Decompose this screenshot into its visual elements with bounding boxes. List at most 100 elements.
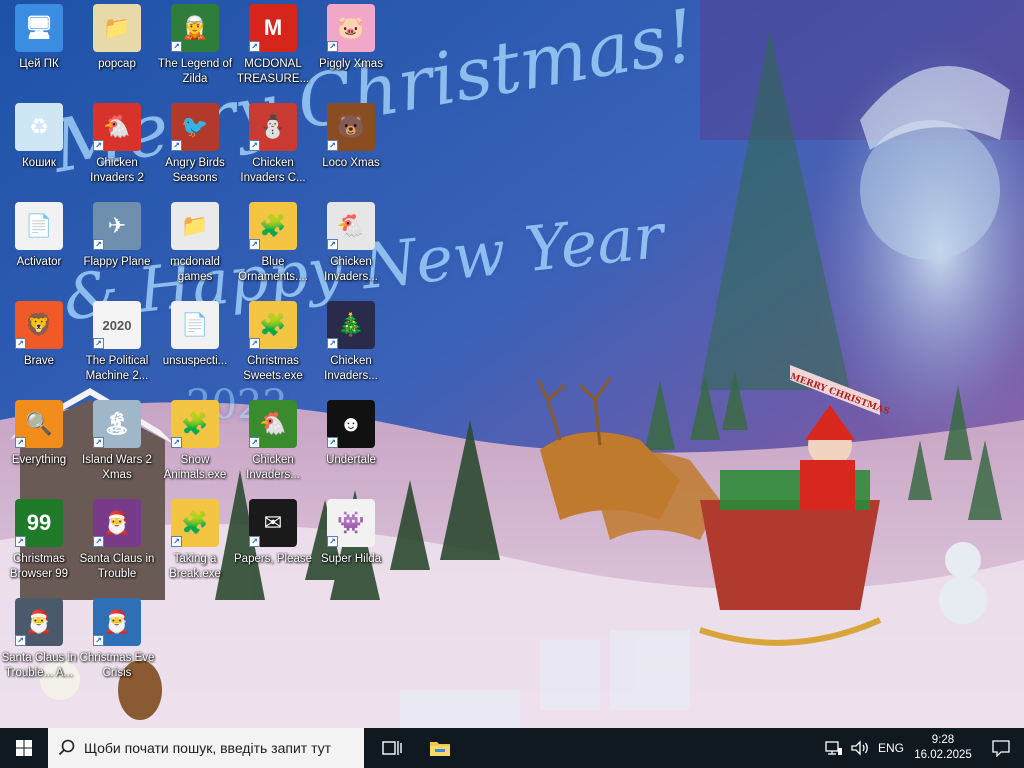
desktop-icon-island-wars-2[interactable]: 🏝 ↗ Island Wars 2 Xmas bbox=[78, 396, 156, 490]
desktop-icon-label: Chicken Invaders... bbox=[324, 256, 378, 283]
desktop-icon-chicken-invaders-a[interactable]: 🐔 ↗ Chicken Invaders... bbox=[312, 198, 390, 292]
shortcut-arrow-icon: ↗ bbox=[93, 338, 104, 349]
desktop-icon-label: Santa Claus in Trouble... A... bbox=[1, 652, 77, 679]
desktop-icon-popcap[interactable]: 📁 popcap bbox=[78, 0, 156, 94]
papers-please-icon: ✉ ↗ bbox=[249, 499, 297, 547]
notification-icon bbox=[992, 740, 1010, 757]
brave-icon: 🦁 ↗ bbox=[15, 301, 63, 349]
desktop-icon-activator[interactable]: 📄 Activator bbox=[0, 198, 78, 292]
chicken-invaders-b-icon: 🎄 ↗ bbox=[327, 301, 375, 349]
start-button[interactable] bbox=[0, 728, 48, 768]
desktop-icon-chicken-invaders-d[interactable]: 🐔 ↗ Chicken Invaders... bbox=[234, 396, 312, 490]
desktop-icon-angry-birds-seasons[interactable]: 🐦 ↗ Angry Birds Seasons bbox=[156, 99, 234, 193]
shortcut-arrow-icon: ↗ bbox=[249, 140, 260, 151]
desktop-icon-chicken-invaders-b[interactable]: 🎄 ↗ Chicken Invaders... bbox=[312, 297, 390, 391]
desktop-icon-brave[interactable]: 🦁 ↗ Brave bbox=[0, 297, 78, 391]
shortcut-arrow-icon: ↗ bbox=[15, 437, 26, 448]
clock-date: 16.02.2025 bbox=[914, 749, 972, 761]
christmas-sweets-icon: 🧩 ↗ bbox=[249, 301, 297, 349]
taskbar-search-box[interactable]: Щоби почати пошук, введіть запит тут bbox=[48, 728, 364, 768]
shortcut-arrow-icon: ↗ bbox=[15, 536, 26, 547]
desktop-icon-label: MCDONAL TREASURE... bbox=[236, 58, 310, 85]
desktop-icon-christmas-eve-crisis[interactable]: 🎅 ↗ Christmas Eve Crisis bbox=[78, 594, 156, 688]
desktop-icon-super-hilda[interactable]: 👾 ↗ Super Hilda bbox=[312, 495, 390, 589]
file-explorer-button[interactable] bbox=[416, 728, 464, 768]
desktop-icon-unsuspecting[interactable]: 📄 unsuspecti... bbox=[156, 297, 234, 391]
desktop-icon-flappy-plane[interactable]: ✈ ↗ Flappy Plane bbox=[78, 198, 156, 292]
desktop-icon-piggly-xmas[interactable]: 🐷 ↗ Piggly Xmas bbox=[312, 0, 390, 94]
shortcut-arrow-icon: ↗ bbox=[327, 338, 338, 349]
desktop-icon-label: Цей ПК bbox=[19, 58, 59, 70]
network-button[interactable] bbox=[822, 728, 846, 768]
angry-birds-seasons-icon: 🐦 ↗ bbox=[171, 103, 219, 151]
search-placeholder: Щоби почати пошук, введіть запит тут bbox=[84, 740, 332, 756]
shortcut-arrow-icon: ↗ bbox=[249, 41, 260, 52]
desktop-icon-legend-of-zilda[interactable]: 🧝 ↗ The Legend of Zilda bbox=[156, 0, 234, 94]
desktop-icon-label: Chicken Invaders... bbox=[246, 454, 300, 481]
shortcut-arrow-icon: ↗ bbox=[249, 437, 260, 448]
desktop-icon-santa-claus-in-trouble[interactable]: 🎅 ↗ Santa Claus in Trouble bbox=[78, 495, 156, 589]
desktop-icon-label: Christmas Sweets.exe bbox=[243, 355, 303, 382]
desktop-icon-label: Loco Xmas bbox=[322, 157, 380, 169]
action-center-button[interactable] bbox=[978, 728, 1024, 768]
popcap-icon: 📁 bbox=[93, 4, 141, 52]
shortcut-arrow-icon: ↗ bbox=[171, 41, 182, 52]
desktop-icon-christmas-sweets[interactable]: 🧩 ↗ Christmas Sweets.exe bbox=[234, 297, 312, 391]
desktop-icon-label: Blue Ornaments.... bbox=[238, 256, 308, 283]
desktop-icon-label: Christmas Eve Crisis bbox=[79, 652, 155, 679]
desktop-icon-taking-a-break[interactable]: 🧩 ↗ Taking a Break.exe bbox=[156, 495, 234, 589]
shortcut-arrow-icon: ↗ bbox=[15, 338, 26, 349]
shortcut-arrow-icon: ↗ bbox=[171, 536, 182, 547]
shortcut-arrow-icon: ↗ bbox=[327, 239, 338, 250]
desktop-icon-mcdonald-games[interactable]: 📁 mcdonald games bbox=[156, 198, 234, 292]
undertale-icon: ☻ ↗ bbox=[327, 400, 375, 448]
task-view-icon bbox=[382, 741, 402, 755]
volume-button[interactable] bbox=[846, 728, 874, 768]
mcdonald-treasure-icon: M ↗ bbox=[249, 4, 297, 52]
christmas-eve-crisis-icon: 🎅 ↗ bbox=[93, 598, 141, 646]
desktop-icon-label: Activator bbox=[16, 256, 62, 268]
desktop-icon-santa-claus-in-trouble-a[interactable]: 🎅 ↗ Santa Claus in Trouble... A... bbox=[0, 594, 78, 688]
desktop-icon-loco-xmas[interactable]: 🐻 ↗ Loco Xmas bbox=[312, 99, 390, 193]
shortcut-arrow-icon: ↗ bbox=[249, 239, 260, 250]
desktop-icon-snow-animals[interactable]: 🧩 ↗ Snow Animals.exe bbox=[156, 396, 234, 490]
system-tray: ENG 9:28 16.02.2025 bbox=[822, 728, 1024, 768]
this-pc-icon: 🖥 bbox=[15, 4, 63, 52]
task-view-button[interactable] bbox=[368, 728, 416, 768]
desktop-icon-this-pc[interactable]: 🖥 Цей ПК bbox=[0, 0, 78, 94]
desktop-icon-label: Chicken Invaders... bbox=[324, 355, 378, 382]
super-hilda-icon: 👾 ↗ bbox=[327, 499, 375, 547]
desktop-icon-blue-ornaments[interactable]: 🧩 ↗ Blue Ornaments.... bbox=[234, 198, 312, 292]
mcdonald-games-icon: 📁 bbox=[171, 202, 219, 250]
shortcut-arrow-icon: ↗ bbox=[93, 239, 104, 250]
desktop-icon-everything[interactable]: 🔍 ↗ Everything bbox=[0, 396, 78, 490]
desktop-icon-label: Super Hilda bbox=[320, 553, 382, 565]
desktop-icon-label: Brave bbox=[23, 355, 55, 367]
network-icon bbox=[825, 741, 842, 755]
desktop-icon-label: Christmas Browser 99 bbox=[9, 553, 69, 580]
clock[interactable]: 9:28 16.02.2025 bbox=[908, 728, 978, 768]
desktop-icon-chicken-invaders-c[interactable]: ⛄ ↗ Chicken Invaders C... bbox=[234, 99, 312, 193]
desktop-icon-label: unsuspecti... bbox=[162, 355, 228, 367]
political-machine-icon: 2020 ↗ bbox=[93, 301, 141, 349]
desktop-icon-mcdonald-treasure[interactable]: M ↗ MCDONAL TREASURE... bbox=[234, 0, 312, 94]
piggly-xmas-icon: 🐷 ↗ bbox=[327, 4, 375, 52]
blue-ornaments-icon: 🧩 ↗ bbox=[249, 202, 297, 250]
desktop-icon-christmas-browser-99[interactable]: 99 ↗ Christmas Browser 99 bbox=[0, 495, 78, 589]
desktop-icon-label: popcap bbox=[98, 58, 136, 70]
desktop-icon-chicken-invaders-2[interactable]: 🐔 ↗ Chicken Invaders 2 bbox=[78, 99, 156, 193]
desktop-icon-undertale[interactable]: ☻ ↗ Undertale bbox=[312, 396, 390, 490]
speaker-icon bbox=[851, 740, 868, 756]
desktop-icon-political-machine[interactable]: 2020 ↗ The Political Machine 2... bbox=[78, 297, 156, 391]
shortcut-arrow-icon: ↗ bbox=[171, 437, 182, 448]
desktop-icon-label: The Political Machine 2... bbox=[85, 355, 149, 382]
recycle-bin-icon: ♻ bbox=[15, 103, 63, 151]
language-indicator[interactable]: ENG bbox=[874, 728, 908, 768]
santa-claus-in-trouble-a-icon: 🎅 ↗ bbox=[15, 598, 63, 646]
desktop-icon-papers-please[interactable]: ✉ ↗ Papers, Please bbox=[234, 495, 312, 589]
shortcut-arrow-icon: ↗ bbox=[327, 536, 338, 547]
clock-time: 9:28 bbox=[931, 734, 955, 746]
desktop-icon-label: Snow Animals.exe bbox=[163, 454, 227, 481]
shortcut-arrow-icon: ↗ bbox=[327, 41, 338, 52]
desktop-icon-recycle-bin[interactable]: ♻ Кошик bbox=[0, 99, 78, 193]
